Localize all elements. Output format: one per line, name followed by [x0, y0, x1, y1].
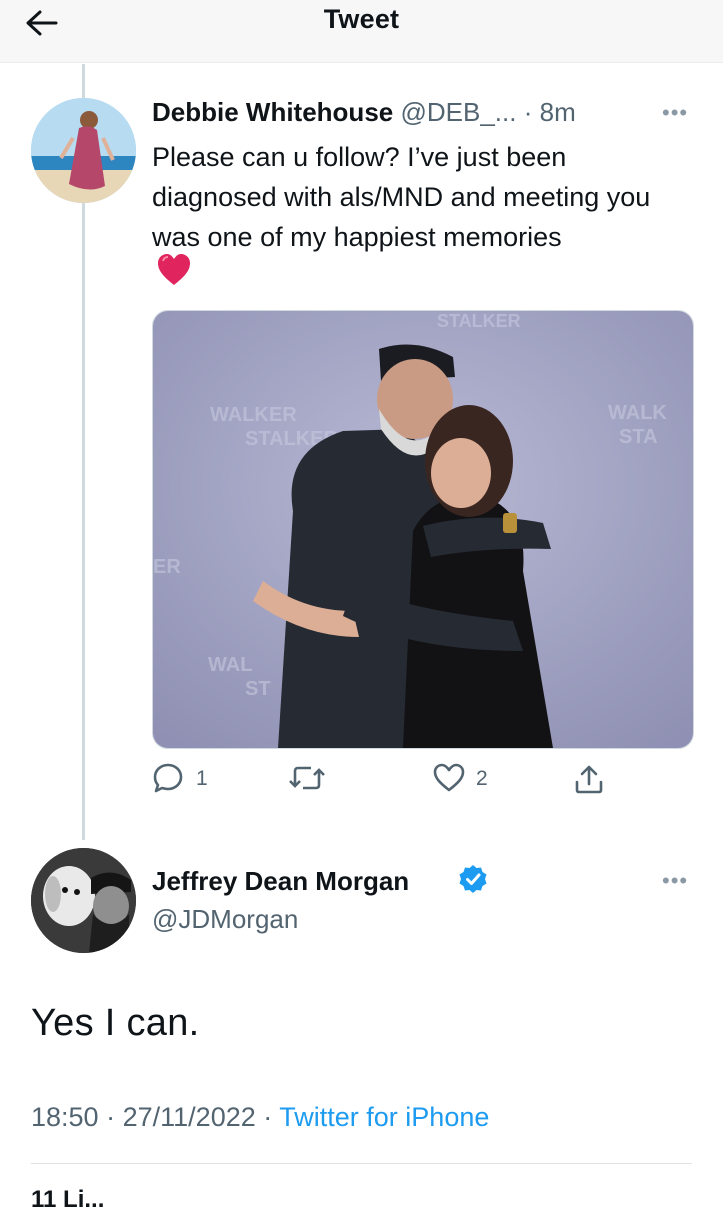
verified-badge-icon — [459, 865, 487, 893]
share-icon — [575, 765, 603, 794]
backdrop-text: ST — [245, 678, 271, 700]
retweet-button[interactable] — [287, 762, 347, 798]
author-name[interactable]: Jeffrey Dean Morgan — [152, 866, 409, 896]
avatar-photo — [31, 98, 136, 203]
avatar-photo — [31, 848, 136, 953]
avatar[interactable] — [31, 98, 136, 203]
separator-dot: · — [523, 97, 533, 127]
tweet-header: Debbie Whitehouse @DEB_... · 8m — [152, 97, 576, 127]
photo-image: WALKER STALKER WALK STA WAL ST ER STALKE… — [153, 311, 693, 748]
source-link[interactable]: Twitter for iPhone — [279, 1102, 489, 1132]
reply-count: 1 — [196, 767, 208, 790]
top-nav-bar: Tweet — [0, 0, 723, 63]
backdrop-text: STALKER — [437, 311, 521, 331]
heart-icon — [433, 763, 465, 792]
more-options-icon[interactable]: ••• — [662, 102, 688, 124]
more-options-icon[interactable]: ••• — [662, 870, 688, 892]
author-handle[interactable]: @JDMorgan — [152, 904, 298, 935]
tweet-timestamp-row: 18:50 · 27/11/2022 · Twitter for iPhone — [31, 1102, 489, 1133]
backdrop-text: ER — [153, 556, 181, 578]
avatar[interactable] — [31, 848, 136, 953]
reply-button[interactable]: 1 — [152, 762, 232, 798]
retweet-icon — [289, 766, 325, 790]
tweet-time: 18:50 — [31, 1102, 99, 1132]
red-heart-emoji — [158, 254, 190, 285]
separator-dot: · — [263, 1102, 273, 1132]
backdrop-text: WALKER — [210, 404, 297, 426]
like-count: 2 — [476, 767, 488, 790]
author-name[interactable]: Debbie Whitehouse — [152, 97, 393, 127]
tweet-text: Please can u follow? I’ve just been diag… — [152, 142, 651, 252]
tweet-time[interactable]: 8m — [540, 97, 576, 127]
likes-count-peek[interactable]: 11 Li... — [31, 1186, 104, 1214]
tweet-header: Jeffrey Dean Morgan — [152, 866, 409, 896]
author-handle[interactable]: @DEB_... — [400, 97, 516, 127]
backdrop-text: WALK — [608, 402, 667, 424]
like-button[interactable]: 2 — [432, 762, 512, 798]
tweet-photo[interactable]: WALKER STALKER WALK STA WAL ST ER STALKE… — [152, 310, 694, 749]
divider — [31, 1163, 692, 1164]
backdrop-text: WAL — [208, 654, 252, 676]
share-button[interactable] — [572, 762, 608, 798]
reply-icon — [153, 763, 183, 793]
tweet-date: 27/11/2022 — [122, 1102, 256, 1132]
tweet-text: Yes I can. — [31, 1002, 200, 1044]
page-title: Tweet — [323, 4, 400, 34]
separator-dot: · — [106, 1102, 116, 1132]
backdrop-text: STA — [619, 426, 658, 448]
